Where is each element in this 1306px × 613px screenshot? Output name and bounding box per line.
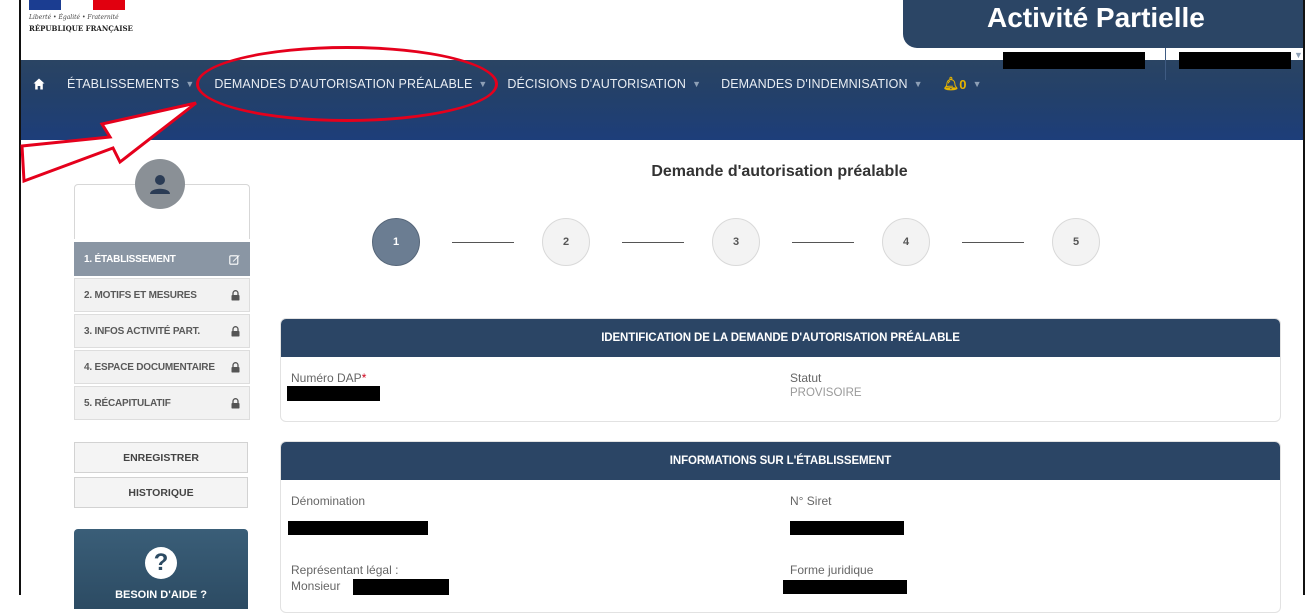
numero-dap-label-text: Numéro DAP — [291, 371, 362, 385]
panel-title: IDENTIFICATION DE LA DEMANDE D'AUTORISAT… — [281, 319, 1280, 357]
redacted-forme-juridique — [783, 580, 907, 594]
help-button[interactable]: ? BESOIN D'AIDE ? — [74, 529, 248, 609]
step-2[interactable]: 2 — [542, 218, 590, 266]
redacted-siret — [790, 521, 904, 535]
sidebar-item-label: 5. RÉCAPITULATIF — [84, 397, 171, 409]
save-button[interactable]: ENREGISTRER — [74, 442, 248, 473]
representant-prefix: Monsieur — [291, 579, 341, 593]
bell-icon: 🔔︎ — [942, 76, 960, 91]
history-button[interactable]: HISTORIQUE — [74, 477, 248, 508]
sidebar-item-espace-documentaire[interactable]: 4. ESPACE DOCUMENTAIRE — [74, 350, 250, 384]
identification-panel: IDENTIFICATION DE LA DEMANDE D'AUTORISAT… — [280, 318, 1281, 422]
lock-icon — [231, 325, 240, 336]
nav-demandes-indemnisation-label: DEMANDES D'INDEMNISATION — [721, 77, 908, 91]
nav-decisions-autorisation[interactable]: DÉCISIONS D'AUTORISATION ▼ — [497, 60, 711, 108]
panel-title: INFORMATIONS SUR L'ÉTABLISSEMENT — [281, 442, 1280, 480]
denomination-label: Dénomination — [291, 494, 366, 508]
forme-juridique-label: Forme juridique — [790, 563, 874, 577]
avatar — [135, 159, 185, 209]
step-1[interactable]: 1 — [372, 218, 420, 266]
step-connector — [792, 242, 854, 243]
step-menu: 1. ÉTABLISSEMENT 2. MOTIFS ET MESURES 3.… — [74, 242, 250, 422]
progress-stepper: 1 2 3 4 5 — [372, 218, 1102, 268]
redacted-denomination — [288, 521, 428, 535]
sidebar-item-label: 2. MOTIFS ET MESURES — [84, 289, 197, 301]
sidebar-item-label: 1. ÉTABLISSEMENT — [84, 253, 176, 265]
statut-label: Statut — [790, 371, 822, 385]
representant-label: Représentant légal : — [291, 563, 399, 577]
step-connector — [622, 242, 684, 243]
alerts-count: 0 — [959, 76, 967, 92]
sidebar-item-recapitulatif[interactable]: 5. RÉCAPITULATIF — [74, 386, 250, 420]
step-5[interactable]: 5 — [1052, 218, 1100, 266]
siret-label: N° Siret — [790, 494, 832, 508]
annotation-arrow-icon — [20, 101, 197, 184]
nav-alerts[interactable]: 🔔︎ 0 ▼ — [933, 60, 992, 108]
lock-icon — [231, 289, 240, 300]
required-mark: * — [361, 371, 367, 385]
screenshot-border-right — [1303, 0, 1305, 595]
lock-icon — [231, 397, 240, 408]
question-icon: ? — [145, 547, 177, 579]
statut-value: PROVISOIRE — [790, 387, 862, 399]
redacted-user-menu[interactable] — [1003, 52, 1145, 69]
nav-decisions-autorisation-label: DÉCISIONS D'AUTORISATION — [507, 77, 687, 91]
sidebar-item-etablissement[interactable]: 1. ÉTABLISSEMENT — [74, 242, 250, 276]
nav-demandes-indemnisation[interactable]: DEMANDES D'INDEMNISATION ▼ — [711, 60, 933, 108]
redacted-account-menu[interactable] — [1179, 52, 1291, 69]
sidebar-item-label: 3. INFOS ACTIVITÉ PART. — [84, 325, 200, 337]
redacted-numero-dap — [287, 386, 380, 401]
redacted-representant — [353, 579, 449, 595]
help-label: BESOIN D'AIDE ? — [115, 589, 207, 601]
sidebar-item-label: 4. ESPACE DOCUMENTAIRE — [84, 361, 215, 373]
page-title: Demande d'autorisation préalable — [651, 163, 908, 180]
chevron-down-icon: ▼ — [972, 79, 982, 89]
step-4[interactable]: 4 — [882, 218, 930, 266]
app-title: Activité Partielle — [987, 2, 1205, 33]
lock-icon — [231, 361, 240, 372]
sidebar-item-motifs-mesures[interactable]: 2. MOTIFS ET MESURES — [74, 278, 250, 312]
chevron-down-icon: ▼ — [1294, 50, 1303, 60]
step-connector — [452, 242, 514, 243]
user-icon — [150, 175, 170, 194]
sidebar-item-infos-activite[interactable]: 3. INFOS ACTIVITÉ PART. — [74, 314, 250, 348]
step-3[interactable]: 3 — [712, 218, 760, 266]
edit-icon — [229, 254, 240, 265]
numero-dap-label: Numéro DAP* — [291, 371, 366, 385]
chevron-down-icon: ▼ — [913, 79, 923, 89]
establishment-panel: INFORMATIONS SUR L'ÉTABLISSEMENT Dénomin… — [280, 441, 1281, 613]
chevron-down-icon: ▼ — [692, 79, 702, 89]
step-connector — [962, 242, 1024, 243]
navbar-divider — [1165, 48, 1166, 80]
